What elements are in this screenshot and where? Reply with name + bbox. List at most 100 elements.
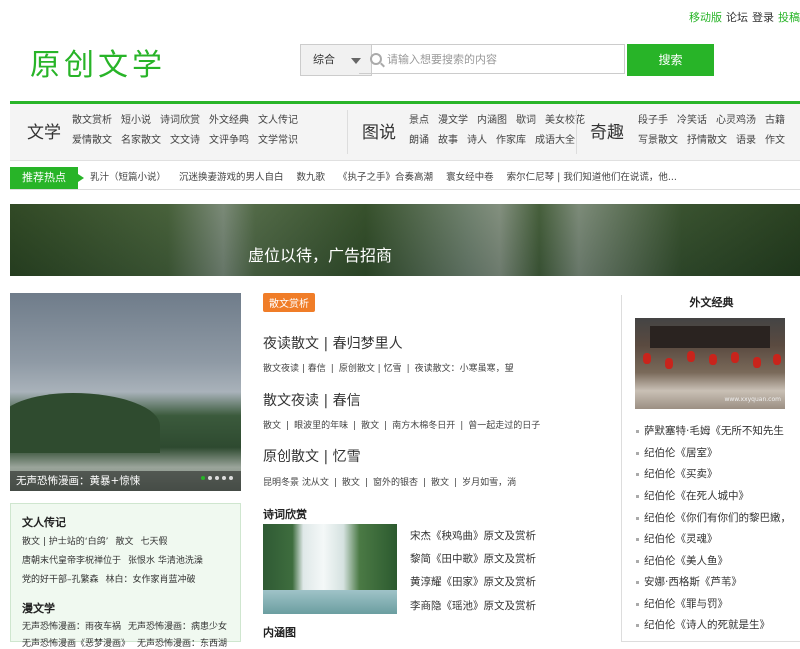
- nav-link[interactable]: 作文: [765, 135, 785, 146]
- nav-title-pictures[interactable]: 图说: [362, 118, 396, 143]
- site-logo[interactable]: 原创文学: [30, 40, 166, 84]
- hot-topic-link[interactable]: 寰女经中卷: [446, 172, 494, 183]
- nav-link[interactable]: 散文赏析: [72, 115, 112, 126]
- article-link[interactable]: 曾一起走过的日子: [468, 421, 540, 431]
- article-link[interactable]: 散文夜读 | 春信: [263, 364, 326, 374]
- nav-link[interactable]: 朗诵: [409, 135, 429, 146]
- article-link[interactable]: 散文: [342, 478, 360, 488]
- article-link[interactable]: 昆明冬景 沈从文: [263, 478, 329, 488]
- poetry-link[interactable]: 宋杰《秧鸡曲》原文及赏析: [410, 528, 536, 543]
- nav-link[interactable]: 冷笑话: [677, 115, 707, 126]
- article-link[interactable]: 党的好干部–孔繁森: [22, 575, 99, 585]
- nav-link[interactable]: 爱情散文: [72, 135, 112, 146]
- section-title-poetry[interactable]: 诗词欣赏: [263, 506, 307, 522]
- nav-link[interactable]: 抒情散文: [687, 135, 727, 146]
- section-title-neihan[interactable]: 内涵图: [263, 624, 296, 640]
- nav-link[interactable]: 歇词: [516, 115, 536, 126]
- hot-topic-link[interactable]: 《执子之手》合奏高潮: [338, 172, 433, 183]
- nav-link[interactable]: 内涵图: [477, 115, 507, 126]
- article-link[interactable]: 纪伯伦《你们有你们的黎巴嫩，: [636, 512, 791, 524]
- article-link[interactable]: 南方木棉冬日开: [392, 421, 455, 431]
- nav-link[interactable]: 名家散文: [121, 135, 161, 146]
- article-link[interactable]: 张恨水 华清池洗澡: [128, 556, 203, 566]
- article-link[interactable]: 散文 | 护士站的‘白鸽’: [22, 537, 108, 547]
- section-title-biography[interactable]: 文人传记: [22, 514, 66, 530]
- nav-link[interactable]: 段子手: [638, 115, 668, 126]
- article-link[interactable]: 安娜·西格斯《芦苇》: [636, 576, 742, 588]
- article-link[interactable]: 夜读散文：小寒虽寒，望: [415, 364, 514, 374]
- nav-link[interactable]: 心灵鸡汤: [716, 115, 756, 126]
- ad-banner[interactable]: 虚位以待，广告招商: [10, 204, 800, 276]
- slider-dot[interactable]: [215, 476, 219, 480]
- search-input[interactable]: 请输入想要搜索的内容: [359, 44, 625, 74]
- nav-title-fun[interactable]: 奇趣: [590, 118, 624, 143]
- slider-dot[interactable]: [201, 476, 205, 480]
- article-title[interactable]: 散文夜读 | 春信: [263, 390, 361, 410]
- article-link[interactable]: 原创散文 | 忆雪: [339, 364, 402, 374]
- nav-link[interactable]: 文文诗: [170, 135, 200, 146]
- slider-dot[interactable]: [222, 476, 226, 480]
- article-title[interactable]: 原创散文 | 忆雪: [263, 446, 361, 466]
- article-link[interactable]: 散文: [431, 478, 449, 488]
- article-link[interactable]: 林白：女作家肖蓝冲破: [106, 575, 196, 585]
- article-link[interactable]: 纪伯伦《灵魂》: [636, 533, 718, 545]
- poetry-link[interactable]: 黎简《田中歌》原文及赏析: [410, 551, 536, 566]
- poetry-link[interactable]: 黄淳耀《田家》原文及赏析: [410, 574, 536, 589]
- nav-link[interactable]: 成语大全: [535, 135, 575, 146]
- nav-link[interactable]: 古籍: [765, 115, 785, 126]
- featured-slider[interactable]: 无声恐怖漫画：黄暴+惊悚: [10, 293, 241, 491]
- article-link[interactable]: 无声恐怖漫画：病患少女: [128, 622, 227, 632]
- nav-link[interactable]: 漫文学: [438, 115, 468, 126]
- nav-link[interactable]: 美女校花: [545, 115, 585, 126]
- article-link[interactable]: 纪伯伦《诗人的死就是生》: [636, 619, 770, 631]
- nav-link[interactable]: 诗人: [467, 135, 487, 146]
- submit-link[interactable]: 投稿: [778, 11, 800, 24]
- nav-link[interactable]: 语录: [736, 135, 756, 146]
- article-link[interactable]: 纪伯伦《在死人城中》: [636, 490, 749, 502]
- nav-link[interactable]: 文学常识: [258, 135, 298, 146]
- section-tag[interactable]: 散文赏析: [263, 293, 315, 312]
- slider-dot[interactable]: [208, 476, 212, 480]
- poetry-link[interactable]: 李商隐《瑶池》原文及赏析: [410, 598, 536, 613]
- hot-topic-link[interactable]: 沉迷换妻游戏的男人自白: [179, 172, 284, 183]
- nav-link[interactable]: 文评争鸣: [209, 135, 249, 146]
- nav-link[interactable]: 文人传记: [258, 115, 298, 126]
- article-link[interactable]: 无声恐怖漫画：东西湖: [137, 639, 227, 649]
- nav-link[interactable]: 外文经典: [209, 115, 249, 126]
- nav-link[interactable]: 景点: [409, 115, 429, 126]
- hot-topic-link[interactable]: 乳汁（短篇小说）: [90, 172, 166, 183]
- article-link[interactable]: 纪伯伦《美人鱼》: [636, 555, 728, 567]
- nav-title-literature[interactable]: 文学: [27, 118, 61, 143]
- section-title-comics[interactable]: 漫文学: [22, 600, 55, 616]
- hot-topic-link[interactable]: 数九歌: [297, 172, 326, 183]
- article-link[interactable]: 唐朝末代皇帝李柷禅位于: [22, 556, 121, 566]
- nav-link[interactable]: 诗词欣赏: [160, 115, 200, 126]
- foreign-classics-image[interactable]: www.xxyquan.com: [635, 318, 785, 409]
- search-button[interactable]: 搜索: [627, 44, 714, 76]
- article-title[interactable]: 夜读散文 | 春归梦里人: [263, 333, 403, 353]
- article-link[interactable]: 无声恐怖漫画：雨夜车祸: [22, 622, 121, 632]
- article-link[interactable]: 岁月如雪，淌: [462, 478, 516, 488]
- hot-topic-link[interactable]: 索尔仁尼琴 | 我们知道他们在说谎，他...: [507, 172, 677, 183]
- login-link[interactable]: 登录: [752, 11, 774, 24]
- article-link[interactable]: 散文: [115, 537, 133, 547]
- article-link[interactable]: 纪伯伦《买卖》: [636, 468, 718, 480]
- article-link[interactable]: 纪伯伦《罪与罚》: [636, 598, 728, 610]
- nav-link[interactable]: 短小说: [121, 115, 151, 126]
- article-link[interactable]: 散文: [361, 421, 379, 431]
- article-link[interactable]: 窗外的银杏: [373, 478, 418, 488]
- article-link[interactable]: 纪伯伦《居室》: [636, 447, 718, 459]
- poetry-image[interactable]: [263, 524, 397, 614]
- article-link[interactable]: 眼波里的年味: [294, 421, 348, 431]
- forum-link[interactable]: 论坛: [726, 11, 748, 24]
- article-link[interactable]: 萨默塞特·毛姆《无所不知先生: [636, 425, 784, 437]
- article-link[interactable]: 七天假: [141, 537, 168, 547]
- mobile-link[interactable]: 移动版: [689, 11, 722, 24]
- nav-link[interactable]: 故事: [438, 135, 458, 146]
- nav-link[interactable]: 写景散文: [638, 135, 678, 146]
- nav-link[interactable]: 作家库: [496, 135, 526, 146]
- slider-dot[interactable]: [229, 476, 233, 480]
- article-link[interactable]: 散文: [263, 421, 281, 431]
- section-title-foreign-classics[interactable]: 外文经典: [622, 294, 800, 310]
- article-link[interactable]: 无声恐怖漫画《恶梦漫画》: [22, 639, 130, 649]
